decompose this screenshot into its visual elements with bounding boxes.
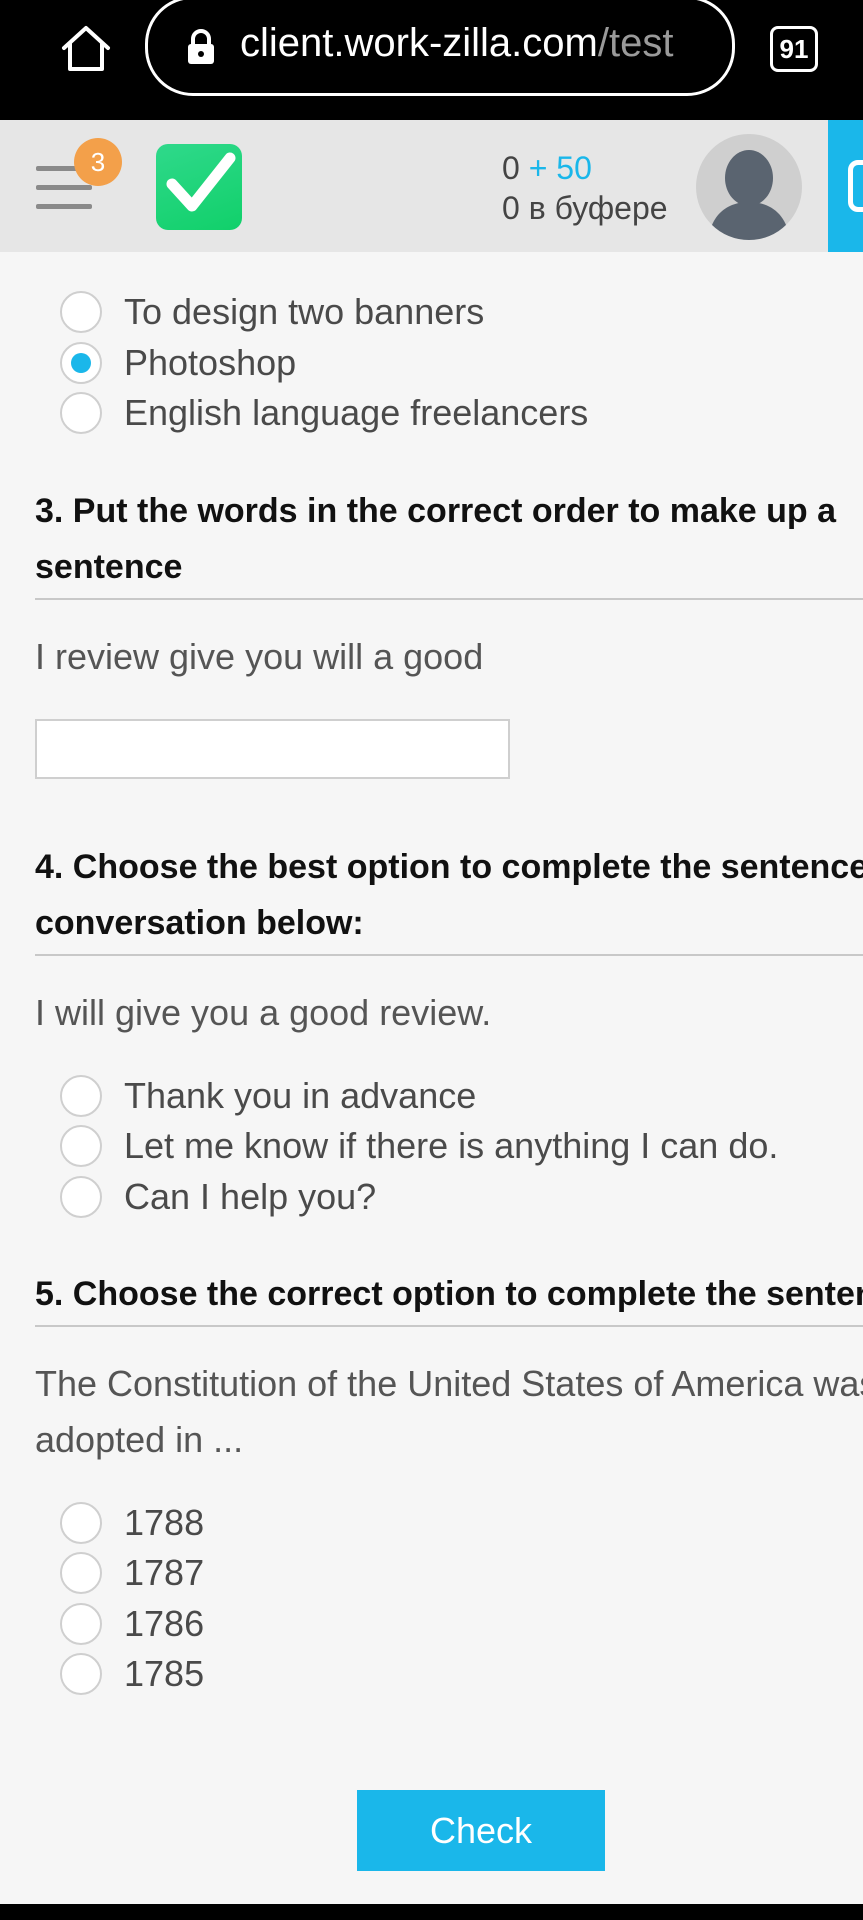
divider <box>35 598 863 600</box>
browser-toolbar: client.work-zilla.com/test 91 <box>0 0 863 120</box>
url-text: client.work-zilla.com/test <box>240 21 673 66</box>
question-title-line: sentence <box>35 548 183 586</box>
option-label: 1788 <box>124 1502 205 1543</box>
radio-button[interactable] <box>60 1125 102 1167</box>
address-bar[interactable]: client.work-zilla.com/test <box>145 0 735 96</box>
option-label: To design two banners <box>124 291 485 332</box>
question-4-prompt: I will give you a good review. <box>35 992 492 1033</box>
option-label: Can I help you? <box>124 1176 377 1217</box>
q5-option[interactable]: 1787 <box>60 1551 204 1595</box>
question-4-title: 4. Choose the best option to complete th… <box>35 839 863 951</box>
option-label: Photoshop <box>124 342 297 383</box>
answer-input[interactable] <box>35 719 510 779</box>
q5-option[interactable]: 1785 <box>60 1652 204 1696</box>
prompt-line: The Constitution of the United States of… <box>35 1363 863 1404</box>
q4-option[interactable]: Can I help you? <box>60 1175 376 1219</box>
logo[interactable] <box>156 144 242 230</box>
buffer-text: 0 в буфере <box>502 190 668 226</box>
question-3-prompt: I review give you will a good <box>35 636 484 677</box>
radio-button[interactable] <box>60 1653 102 1695</box>
q5-option[interactable]: 1788 <box>60 1501 204 1545</box>
option-label: 1785 <box>124 1653 205 1694</box>
option-label: 1787 <box>124 1552 205 1593</box>
radio-button[interactable] <box>60 291 102 333</box>
option-label: Let me know if there is anything I can d… <box>124 1125 779 1166</box>
avatar[interactable] <box>696 134 802 240</box>
q2-option[interactable]: English language freelancers <box>60 391 588 435</box>
option-label: Thank you in advance <box>124 1075 477 1116</box>
app-header: 3 0 + 50 0 в буфере <box>0 120 863 252</box>
q4-option[interactable]: Let me know if there is anything I can d… <box>60 1124 778 1168</box>
option-label: English language freelancers <box>124 392 589 433</box>
question-5-title: 5. Choose the correct option to complete… <box>35 1275 863 1313</box>
question-3-title: 3. Put the words in the correct order to… <box>35 483 863 595</box>
question-5-prompt: The Constitution of the United States of… <box>35 1356 863 1468</box>
option-label: 1786 <box>124 1603 205 1644</box>
url-domain: client.work-zilla.com <box>240 21 598 65</box>
radio-button-selected[interactable] <box>60 342 102 384</box>
question-title-line: 4. Choose the best option to complete th… <box>35 848 863 886</box>
q2-option[interactable]: Photoshop <box>60 341 296 385</box>
question-title-line: 3. Put the words in the correct order to… <box>35 492 837 530</box>
radio-button[interactable] <box>60 1502 102 1544</box>
prompt-line: adopted in ... <box>35 1419 244 1460</box>
notification-badge: 3 <box>74 138 122 186</box>
url-path: /test <box>597 21 674 65</box>
balance-bonus: + 50 <box>528 150 592 186</box>
system-nav-bar <box>0 1904 863 1920</box>
q5-option[interactable]: 1786 <box>60 1602 204 1646</box>
check-button[interactable]: Check <box>357 1790 605 1871</box>
home-icon[interactable] <box>58 22 114 74</box>
balance-info: 0 + 50 0 в буфере <box>502 148 668 228</box>
radio-button[interactable] <box>60 1603 102 1645</box>
radio-button[interactable] <box>60 1075 102 1117</box>
radio-button[interactable] <box>60 1176 102 1218</box>
divider <box>35 1325 863 1327</box>
divider <box>35 954 863 956</box>
tab-switcher-button[interactable]: 91 <box>770 26 818 72</box>
balance-value: 0 <box>502 150 520 186</box>
radio-button[interactable] <box>60 392 102 434</box>
q4-option[interactable]: Thank you in advance <box>60 1074 476 1118</box>
question-title-line: conversation below: <box>35 904 364 942</box>
q2-option[interactable]: To design two banners <box>60 290 484 334</box>
side-panel-tab[interactable] <box>828 120 863 252</box>
lock-icon <box>184 27 218 67</box>
radio-button[interactable] <box>60 1552 102 1594</box>
